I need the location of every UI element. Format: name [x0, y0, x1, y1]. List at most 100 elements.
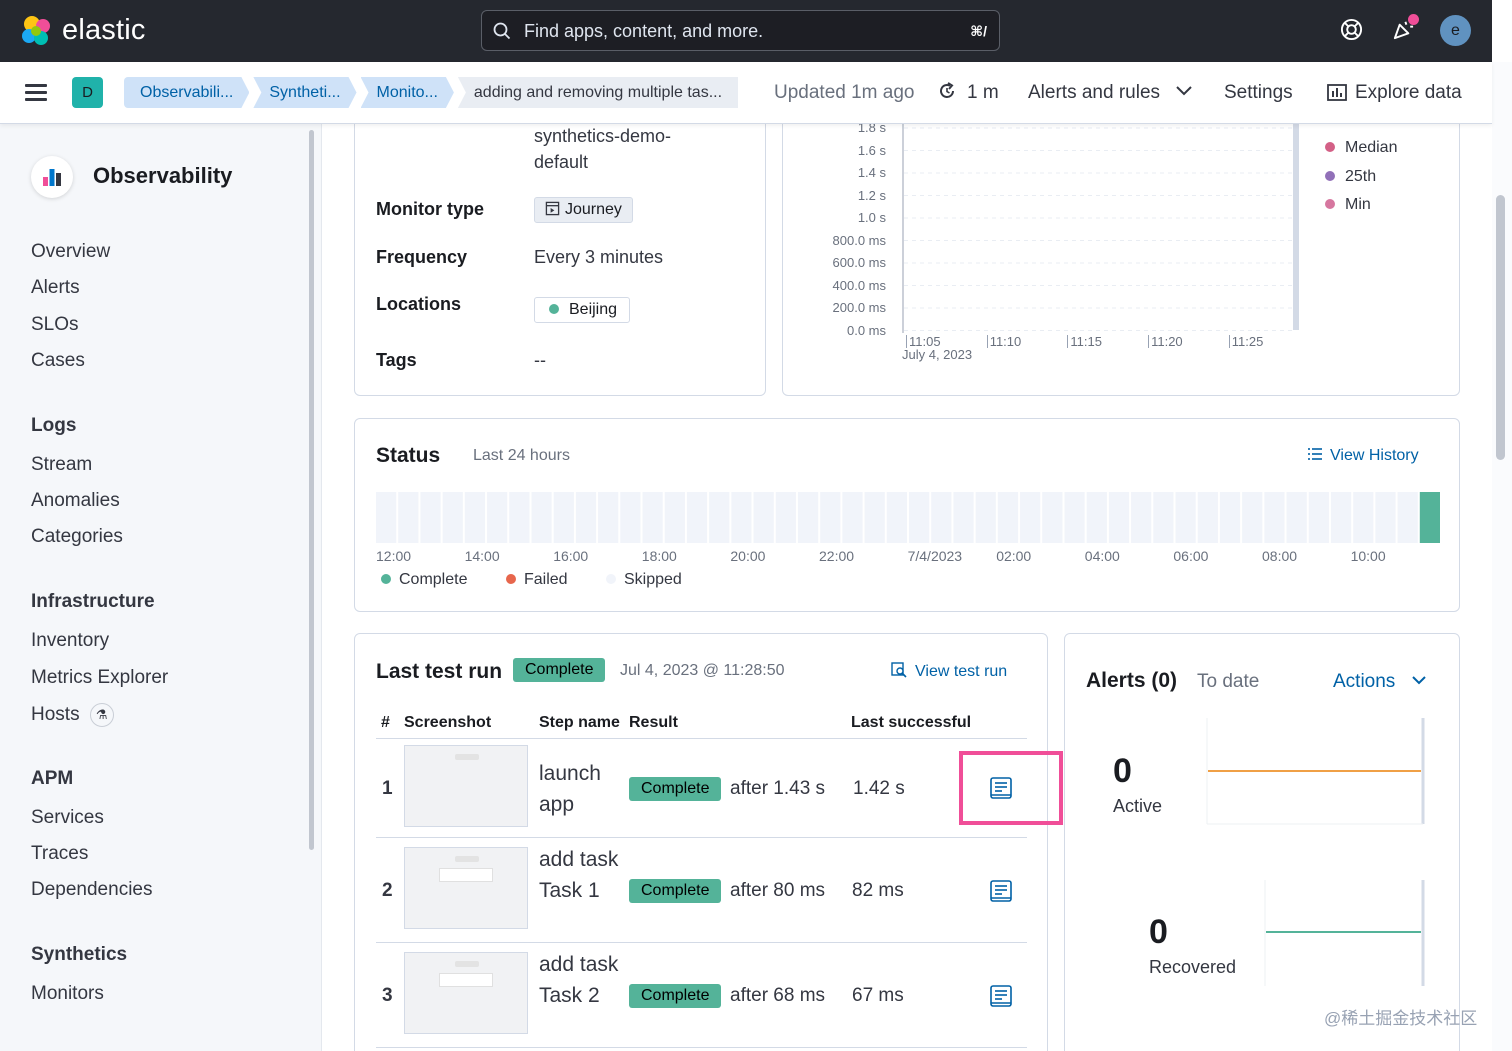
status-bucket-empty[interactable]	[576, 492, 596, 543]
status-bucket-empty[interactable]	[1064, 492, 1084, 543]
step-details-icon[interactable]	[990, 880, 1012, 902]
visualize-app-icon	[1327, 82, 1347, 102]
nav-hosts[interactable]: Hosts⚗	[31, 703, 114, 727]
status-bucket-empty[interactable]	[820, 492, 840, 543]
step-screenshot-thumbnail[interactable]	[404, 847, 528, 929]
nav-cases[interactable]: Cases	[31, 350, 85, 372]
page-scrollbar[interactable]	[1496, 195, 1505, 460]
status-bucket-empty[interactable]	[1309, 492, 1329, 543]
space-selector[interactable]: D	[72, 77, 103, 108]
status-bucket-empty[interactable]	[1087, 492, 1107, 543]
step-screenshot-thumbnail[interactable]	[404, 952, 528, 1034]
last-test-run-status: Complete	[513, 658, 605, 682]
status-bucket-empty[interactable]	[1264, 492, 1284, 543]
view-history-link[interactable]: View History	[1308, 447, 1419, 465]
status-bucket-empty[interactable]	[1220, 492, 1240, 543]
nav-categories[interactable]: Categories	[31, 526, 123, 548]
settings-link[interactable]: Settings	[1224, 82, 1293, 104]
nav-monitors[interactable]: Monitors	[31, 983, 104, 1005]
elastic-logo-text[interactable]: elastic	[62, 14, 146, 47]
breadcrumb-synthetics[interactable]: Syntheti...	[253, 77, 356, 108]
view-test-run-link[interactable]: View test run	[891, 662, 1007, 681]
search-input[interactable]	[524, 19, 944, 43]
breadcrumb-bar: Observabili... Syntheti... Monito... add…	[0, 62, 1492, 124]
status-bucket-empty[interactable]	[1131, 492, 1151, 543]
nav-dependencies[interactable]: Dependencies	[31, 879, 152, 901]
user-avatar[interactable]: e	[1440, 15, 1471, 46]
status-bucket-empty[interactable]	[598, 492, 618, 543]
status-bucket-empty[interactable]	[754, 492, 774, 543]
status-bucket-empty[interactable]	[531, 492, 551, 543]
status-bucket-empty[interactable]	[1109, 492, 1129, 543]
explore-data-link[interactable]: Explore data	[1327, 82, 1462, 104]
step-result: Complete	[629, 777, 721, 801]
step-last-successful: 1.42 s	[853, 778, 905, 800]
step-name: add task Task 2	[539, 949, 619, 1011]
help-icon[interactable]	[1340, 18, 1363, 41]
status-bucket-empty[interactable]	[1242, 492, 1262, 543]
status-bucket-empty[interactable]	[931, 492, 951, 543]
status-bucket-empty[interactable]	[643, 492, 663, 543]
status-bucket-empty[interactable]	[865, 492, 885, 543]
status-bucket-empty[interactable]	[420, 492, 440, 543]
step-screenshot-thumbnail[interactable]	[404, 745, 528, 827]
status-bucket-empty[interactable]	[1353, 492, 1373, 543]
status-bucket-empty[interactable]	[465, 492, 485, 543]
status-bucket-empty[interactable]	[1042, 492, 1062, 543]
status-bucket-empty[interactable]	[1375, 492, 1395, 543]
alerts-actions-menu[interactable]: Actions	[1333, 671, 1427, 693]
breadcrumb-observability[interactable]: Observabili...	[124, 77, 249, 108]
status-bucket-empty[interactable]	[976, 492, 996, 543]
legend-item-median[interactable]: Median	[1325, 139, 1397, 157]
status-bucket-empty[interactable]	[731, 492, 751, 543]
table-header-divider	[376, 738, 1027, 739]
global-search[interactable]: ⌘/	[481, 10, 1000, 51]
status-bucket-empty[interactable]	[620, 492, 640, 543]
nav-anomalies[interactable]: Anomalies	[31, 490, 120, 512]
status-bucket-empty[interactable]	[842, 492, 862, 543]
status-bucket-empty[interactable]	[1398, 492, 1418, 543]
tags-label: Tags	[376, 350, 417, 371]
status-bucket-empty[interactable]	[709, 492, 729, 543]
elastic-logo-icon[interactable]	[20, 14, 54, 48]
step-details-icon[interactable]	[990, 985, 1012, 1007]
alerts-range: To date	[1197, 671, 1259, 693]
status-bucket-empty[interactable]	[443, 492, 463, 543]
status-bucket-empty[interactable]	[798, 492, 818, 543]
status-bucket-empty[interactable]	[776, 492, 796, 543]
refresh-interval-button[interactable]: 1 m	[937, 81, 999, 104]
status-bucket-empty[interactable]	[1176, 492, 1196, 543]
status-bucket-empty[interactable]	[998, 492, 1018, 543]
nav-metrics-explorer[interactable]: Metrics Explorer	[31, 667, 168, 689]
last-test-run-timestamp: Jul 4, 2023 @ 11:28:50	[620, 662, 785, 680]
status-bucket-empty[interactable]	[509, 492, 529, 543]
duration-x-tick: 11:10	[987, 335, 1022, 348]
status-bucket-empty[interactable]	[887, 492, 907, 543]
alerts-and-rules-menu[interactable]: Alerts and rules	[1028, 82, 1193, 104]
status-bucket-empty[interactable]	[665, 492, 685, 543]
status-bucket-empty[interactable]	[1153, 492, 1173, 543]
status-bucket-empty[interactable]	[909, 492, 929, 543]
status-bucket-empty[interactable]	[953, 492, 973, 543]
status-bucket-complete[interactable]	[1420, 492, 1440, 543]
status-bucket-empty[interactable]	[1331, 492, 1351, 543]
nav-stream[interactable]: Stream	[31, 454, 92, 476]
status-bucket-empty[interactable]	[687, 492, 707, 543]
nav-traces[interactable]: Traces	[31, 843, 88, 865]
nav-services[interactable]: Services	[31, 807, 104, 829]
duration-x-tick: 11:20	[1148, 335, 1183, 348]
menu-toggle-icon[interactable]	[25, 84, 47, 102]
status-bucket-empty[interactable]	[1287, 492, 1307, 543]
legend-item-min[interactable]: Min	[1325, 196, 1371, 214]
status-bucket-empty[interactable]	[554, 492, 574, 543]
status-bucket-empty[interactable]	[376, 492, 396, 543]
status-bucket-empty[interactable]	[487, 492, 507, 543]
nav-inventory[interactable]: Inventory	[31, 630, 109, 652]
legend-item-25th[interactable]: 25th	[1325, 168, 1376, 186]
breadcrumb-monitors[interactable]: Monito...	[361, 77, 454, 108]
alerts-and-rules-label: Alerts and rules	[1028, 82, 1160, 103]
status-bucket-empty[interactable]	[1198, 492, 1218, 543]
step-duration: after 68 ms	[730, 985, 825, 1007]
status-bucket-empty[interactable]	[1020, 492, 1040, 543]
status-bucket-empty[interactable]	[398, 492, 418, 543]
